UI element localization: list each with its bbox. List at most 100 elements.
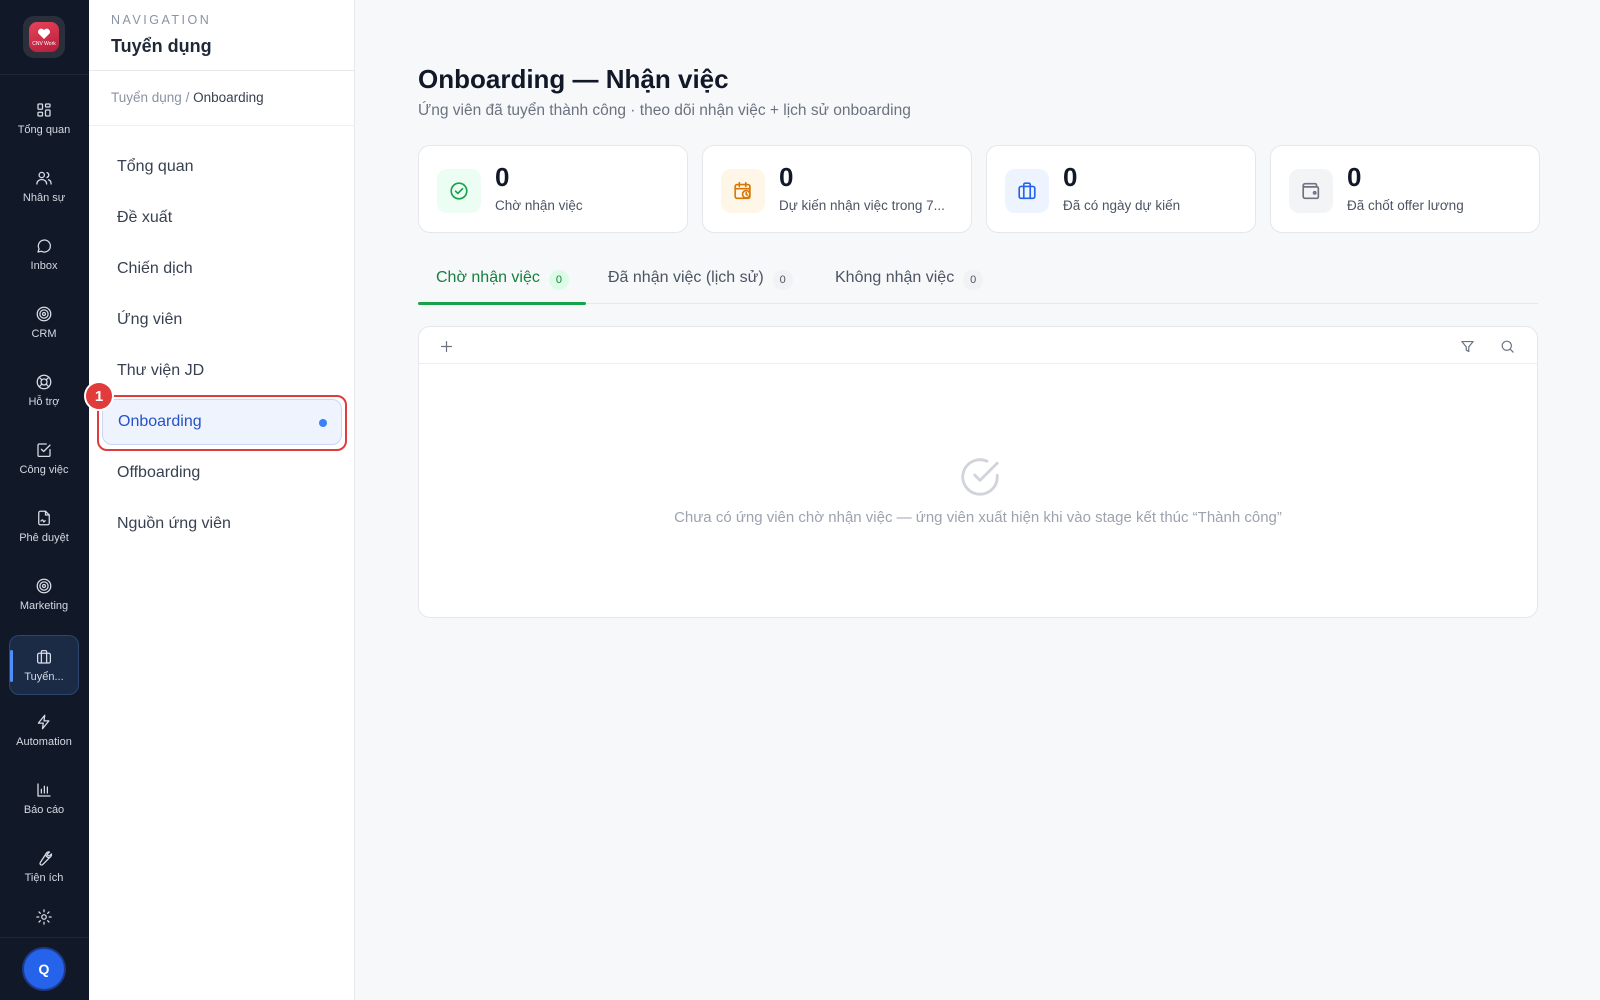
active-indicator-dot <box>319 419 327 427</box>
rail-item-tuyen-dung[interactable]: Tuyển... <box>9 635 79 695</box>
stat-icon-box <box>437 169 481 213</box>
rail-item-cong-viec[interactable]: Công việc <box>9 428 79 488</box>
logo-mark: CNV Work <box>29 22 59 52</box>
rail-item-ho-tro[interactable]: Hỗ trợ <box>9 360 79 420</box>
stat-label: Đã có ngày dự kiến <box>1063 198 1181 213</box>
rail-item-label: Inbox <box>30 259 58 272</box>
tab-count-badge: 0 <box>772 270 793 290</box>
nav-item-tong-quan[interactable]: Tổng quan <box>102 144 342 190</box>
filter-button[interactable] <box>1456 335 1478 357</box>
nav-item-label: Tổng quan <box>117 158 194 175</box>
stat-value: 0 <box>1063 162 1078 192</box>
tab-khong-nhan-viec[interactable]: Không nhận việc 0 <box>835 260 984 304</box>
tab-count-badge: 0 <box>963 270 984 290</box>
rail-item-phe-duyet[interactable]: Phê duyệt <box>9 496 79 556</box>
filter-icon <box>1460 340 1474 352</box>
rail-item-label: Tổng quan <box>17 123 71 136</box>
user-avatar[interactable]: Q <box>22 947 66 991</box>
app-logo[interactable]: CNV Work <box>23 16 65 58</box>
nav-item-nguon-ung-vien[interactable]: Nguồn ứng viên <box>102 501 342 547</box>
breadcrumb-parent[interactable]: Tuyển dụng <box>111 90 182 105</box>
stat-label: Dự kiến nhận việc trong 7... <box>779 198 945 213</box>
target-icon <box>36 578 52 593</box>
rail-item-label: Báo cáo <box>23 803 65 816</box>
nav-divider <box>89 125 355 126</box>
nav-item-label: Ứng viên <box>117 311 183 328</box>
grid-icon <box>37 102 51 117</box>
search-button[interactable] <box>1496 335 1518 357</box>
target-icon <box>36 306 52 321</box>
nav-item-de-xuat[interactable]: Đề xuất <box>102 195 342 241</box>
check-circle-icon <box>450 182 468 200</box>
breadcrumb: Tuyển dụng / Onboarding <box>111 90 264 105</box>
file-sign-icon <box>38 510 50 525</box>
plus-icon <box>440 340 452 352</box>
bolt-icon <box>37 714 50 729</box>
empty-state-message: Chưa có ứng viên chờ nhận việc — ứng viê… <box>674 509 1282 526</box>
wallet-icon <box>1302 182 1320 200</box>
rail-item-tong-quan[interactable]: Tổng quan <box>9 88 79 148</box>
rail-item-label: Công việc <box>19 463 69 476</box>
status-tabs: Chờ nhận việc 0 Đã nhận việc (lịch sử) 0 K… <box>418 260 1538 305</box>
rail-item-nhan-su[interactable]: Nhân sự <box>9 156 79 216</box>
nav-item-label: Chiến dịch <box>117 260 193 277</box>
rail-divider <box>0 937 89 938</box>
breadcrumb-current: Onboarding <box>193 90 264 105</box>
nav-item-ung-vien[interactable]: Ứng viên <box>102 297 342 343</box>
stat-icon-box <box>1005 169 1049 213</box>
rail-item-settings[interactable] <box>9 904 79 930</box>
nav-item-onboarding[interactable]: Onboarding <box>102 399 342 445</box>
briefcase-icon <box>36 649 52 664</box>
nav-section-title: Tuyển dụng <box>111 36 212 56</box>
tab-label: Chờ nhận việc <box>436 269 540 286</box>
tab-count-badge: 0 <box>548 270 569 290</box>
nav-item-thu-vien-jd[interactable]: Thư viện JD <box>102 348 342 394</box>
nav-item-label: Onboarding <box>118 413 202 430</box>
rail-item-bao-cao[interactable]: Báo cáo <box>9 768 79 828</box>
nav-divider <box>89 70 355 71</box>
briefcase-icon <box>1018 182 1036 200</box>
stat-label: Đã chốt offer lương <box>1347 198 1464 213</box>
tab-label: Đã nhận việc (lịch sử) <box>608 269 764 286</box>
rail-item-label: Phê duyệt <box>19 531 69 544</box>
rail-item-label: Automation <box>16 735 72 748</box>
bar-chart-icon <box>37 782 51 797</box>
tab-da-nhan-viec[interactable]: Đã nhận việc (lịch sử) 0 <box>608 260 793 304</box>
app-rail: CNV Work Tổng quan Nhân sự Inbox CRM Hỗ … <box>0 0 89 1000</box>
rail-item-tien-ich[interactable]: Tiện ích <box>9 836 79 896</box>
tab-label: Không nhận việc <box>835 269 955 286</box>
stat-value: 0 <box>779 162 794 192</box>
add-button[interactable] <box>435 335 457 357</box>
panel-toolbar <box>419 327 1537 364</box>
logo-text: CNV Work <box>32 40 56 47</box>
stat-value: 0 <box>495 162 510 192</box>
rail-item-inbox[interactable]: Inbox <box>9 224 79 284</box>
stat-value: 0 <box>1347 162 1362 192</box>
stat-icon-box <box>721 169 765 213</box>
page-title: Onboarding — Nhận việc <box>418 64 729 94</box>
stat-card-du-kien-nhan-viec: 0 Dự kiến nhận việc trong 7... <box>702 145 972 233</box>
candidate-list-panel: Chưa có ứng viên chờ nhận việc — ứng viê… <box>418 326 1538 618</box>
nav-item-label: Offboarding <box>117 464 201 481</box>
search-icon <box>1501 340 1514 353</box>
tab-cho-nhan-viec[interactable]: Chờ nhận việc 0 <box>418 260 586 305</box>
nav-item-label: Nguồn ứng viên <box>117 515 231 532</box>
nav-eyebrow: NAVIGATION <box>111 13 212 27</box>
stat-card-da-chot-offer: 0 Đã chốt offer lương <box>1270 145 1540 233</box>
rail-item-label: Marketing <box>19 599 69 612</box>
nav-item-chien-dich[interactable]: Chiến dịch <box>102 246 342 292</box>
rail-item-label: Tuyển... <box>24 670 64 683</box>
nav-item-label: Đề xuất <box>117 209 173 226</box>
lifebuoy-icon <box>36 374 52 389</box>
rail-item-label: Tiện ích <box>24 871 64 884</box>
calendar-clock-icon <box>734 181 751 200</box>
gear-icon <box>36 909 52 925</box>
rail-divider <box>0 74 89 75</box>
rail-item-label: Nhân sự <box>22 191 66 204</box>
chat-icon <box>37 238 51 253</box>
rail-item-crm[interactable]: CRM <box>9 292 79 352</box>
page-subtitle: Ứng viên đã tuyển thành công · theo dõi … <box>418 102 911 119</box>
rail-item-automation[interactable]: Automation <box>9 700 79 760</box>
rail-item-marketing[interactable]: Marketing <box>9 564 79 624</box>
nav-item-offboarding[interactable]: Offboarding <box>102 450 342 496</box>
